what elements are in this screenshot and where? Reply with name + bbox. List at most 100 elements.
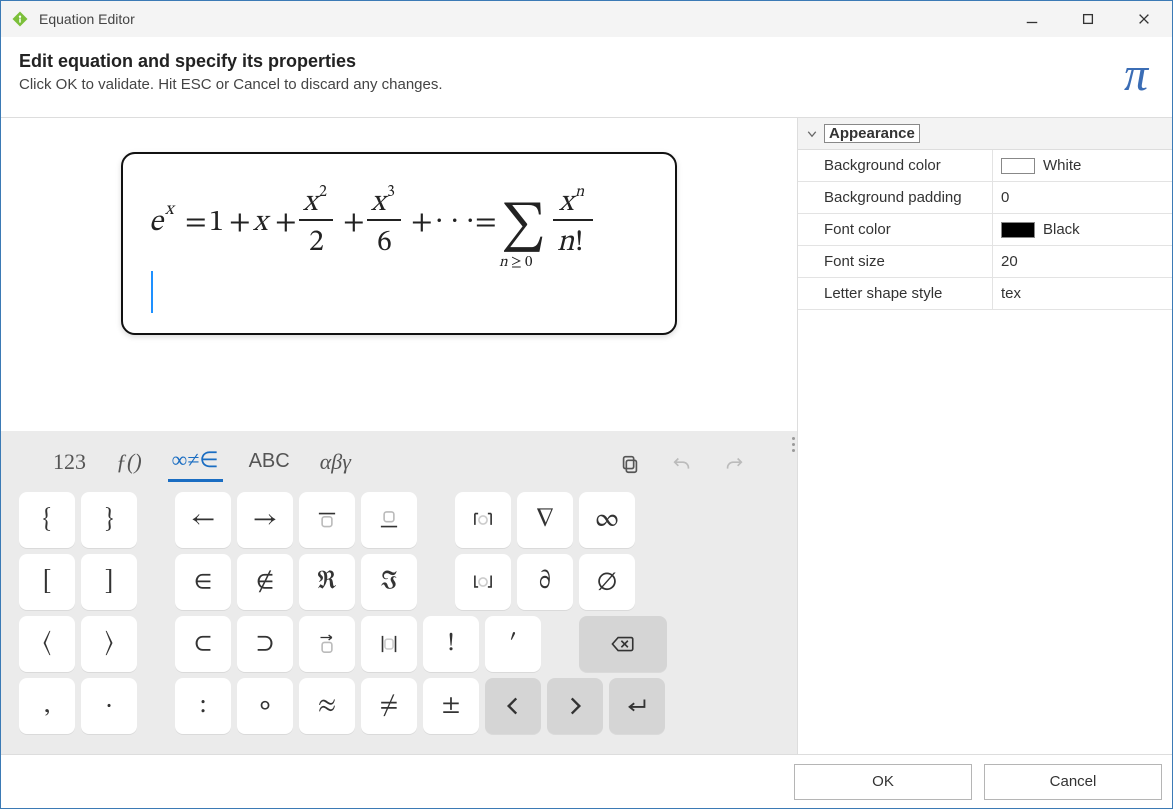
cancel-button[interactable]: Cancel — [984, 764, 1162, 800]
ok-button[interactable]: OK — [794, 764, 972, 800]
equation-box[interactable]: e x = 1 + x + x2 2 + — [121, 152, 677, 335]
prop-value: tex — [1001, 285, 1021, 302]
svg-text:e: e — [149, 208, 165, 238]
equation-canvas[interactable]: e x = 1 + x + x2 2 + — [1, 118, 797, 431]
property-group-label: Appearance — [824, 124, 920, 143]
key-backspace[interactable] — [579, 616, 667, 672]
window-minimize-button[interactable] — [1004, 1, 1060, 37]
key-prime[interactable]: ′ — [485, 616, 541, 672]
key-vector[interactable] — [299, 616, 355, 672]
key-overbar[interactable] — [299, 492, 355, 548]
tab-123[interactable]: 123 — [49, 447, 90, 481]
redo-icon[interactable] — [719, 449, 749, 479]
key-supset[interactable]: ⊃ — [237, 616, 293, 672]
key-approx[interactable]: ≈ — [299, 678, 355, 734]
prop-label: Background padding — [798, 182, 993, 213]
prop-value: 0 — [1001, 189, 1009, 206]
header-subheading: Click OK to validate. Hit ESC or Cancel … — [19, 76, 443, 93]
color-swatch-icon — [1001, 222, 1035, 238]
key-subset[interactable]: ⊂ — [175, 616, 231, 672]
key-comma[interactable]: , — [19, 678, 75, 734]
titlebar: Equation Editor — [1, 1, 1172, 37]
key-floor[interactable] — [455, 554, 511, 610]
key-rightarrow[interactable]: → — [237, 492, 293, 548]
dialog-footer: OK Cancel — [1, 754, 1172, 808]
keyboard-tabs: 123 ƒ() ∞≠∈ ABC αβγ — [13, 439, 785, 492]
svg-text:+: + — [411, 208, 433, 238]
svg-text:n: n — [557, 228, 575, 258]
chevron-down-icon — [806, 128, 818, 140]
key-in[interactable]: ∈ — [175, 554, 231, 610]
dialog-header: Edit equation and specify its properties… — [1, 37, 1172, 117]
app-icon — [11, 10, 29, 28]
prop-label: Font color — [798, 214, 993, 245]
key-cursor-right[interactable] — [547, 678, 603, 734]
svg-text:6: 6 — [377, 228, 392, 258]
svg-text:!: ! — [575, 228, 584, 258]
keyboard-grip-icon[interactable] — [792, 437, 795, 452]
key-lbracket[interactable]: [ — [19, 554, 75, 610]
svg-text:1: 1 — [209, 208, 224, 238]
key-nabla[interactable]: ∇ — [517, 492, 573, 548]
svg-text:2: 2 — [319, 184, 327, 200]
key-cdot[interactable]: · — [81, 678, 137, 734]
pi-logo-icon: π — [1124, 51, 1154, 99]
prop-row-bgcolor[interactable]: Background color White — [798, 150, 1172, 182]
window-close-button[interactable] — [1116, 1, 1172, 37]
key-colon[interactable]: : — [175, 678, 231, 734]
virtual-keyboard: 123 ƒ() ∞≠∈ ABC αβγ { — [1, 431, 797, 754]
prop-label: Letter shape style — [798, 278, 993, 309]
property-panel: Appearance Background color White Backgr… — [797, 118, 1172, 754]
svg-text:0: 0 — [525, 255, 533, 268]
key-exclaim[interactable]: ! — [423, 616, 479, 672]
prop-row-fontsize[interactable]: Font size 20 — [798, 246, 1172, 278]
svg-text:=: = — [475, 208, 497, 238]
window-title: Equation Editor — [39, 11, 1004, 27]
svg-text:x: x — [164, 201, 176, 219]
key-notin[interactable]: ∉ — [237, 554, 293, 610]
svg-text:+: + — [229, 208, 251, 238]
svg-text:+: + — [343, 208, 365, 238]
key-rbracket[interactable]: ] — [81, 554, 137, 610]
key-lbrace[interactable]: { — [19, 492, 75, 548]
key-rangle[interactable]: ⟩ — [81, 616, 137, 672]
key-re[interactable]: ℜ — [299, 554, 355, 610]
key-abs[interactable] — [361, 616, 417, 672]
key-im[interactable]: ℑ — [361, 554, 417, 610]
key-ceil[interactable] — [455, 492, 511, 548]
tab-symbols[interactable]: ∞≠∈ — [168, 445, 223, 482]
prop-row-fontcolor[interactable]: Font color Black — [798, 214, 1172, 246]
color-swatch-icon — [1001, 158, 1035, 174]
key-plusminus[interactable]: ± — [423, 678, 479, 734]
key-leftarrow[interactable]: ← — [175, 492, 231, 548]
key-rbrace[interactable]: } — [81, 492, 137, 548]
svg-text:3: 3 — [387, 184, 395, 200]
key-circ[interactable]: ∘ — [237, 678, 293, 734]
prop-row-lettershape[interactable]: Letter shape style tex — [798, 278, 1172, 310]
header-heading: Edit equation and specify its properties — [19, 51, 443, 72]
undo-icon[interactable] — [667, 449, 697, 479]
tab-abc[interactable]: ABC — [245, 448, 294, 479]
prop-value: White — [1043, 157, 1081, 174]
window-maximize-button[interactable] — [1060, 1, 1116, 37]
prop-row-bgpadding[interactable]: Background padding 0 — [798, 182, 1172, 214]
key-neq[interactable]: ≠ — [361, 678, 417, 734]
equation-caret — [151, 271, 153, 313]
key-infinity[interactable]: ∞ — [579, 492, 635, 548]
key-underbar[interactable] — [361, 492, 417, 548]
prop-value: Black — [1043, 221, 1080, 238]
copy-icon[interactable] — [615, 449, 645, 479]
svg-text:x: x — [252, 208, 271, 238]
key-emptyset[interactable]: ∅ — [579, 554, 635, 610]
key-cursor-left[interactable] — [485, 678, 541, 734]
key-enter[interactable] — [609, 678, 665, 734]
key-langle[interactable]: ⟨ — [19, 616, 75, 672]
svg-text:n: n — [499, 255, 508, 268]
prop-label: Font size — [798, 246, 993, 277]
property-group-header[interactable]: Appearance — [798, 118, 1172, 150]
svg-text:2: 2 — [309, 228, 324, 258]
prop-label: Background color — [798, 150, 993, 181]
key-partial[interactable]: ∂ — [517, 554, 573, 610]
tab-function[interactable]: ƒ() — [112, 447, 146, 481]
tab-greek[interactable]: αβγ — [316, 447, 355, 481]
